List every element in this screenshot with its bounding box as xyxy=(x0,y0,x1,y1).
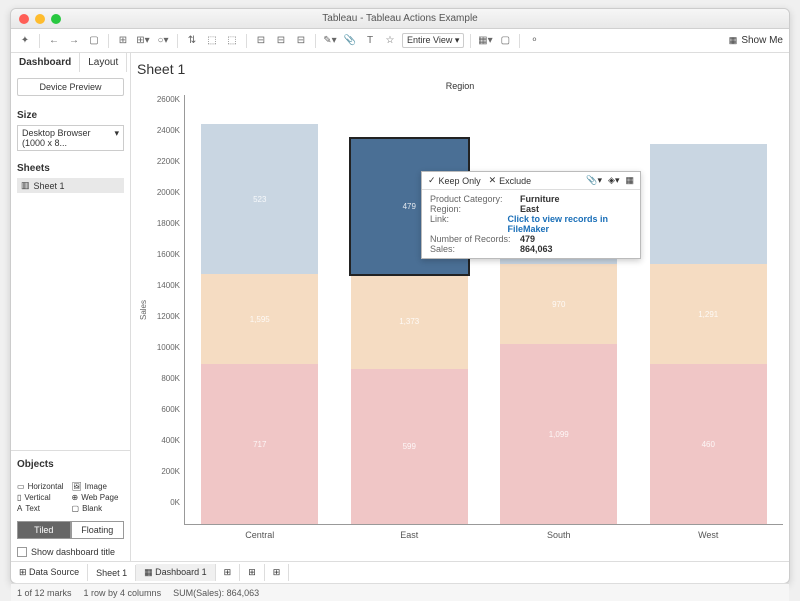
obj-text[interactable]: AText xyxy=(17,504,70,513)
chart-title: Region xyxy=(137,81,783,91)
forward-icon[interactable]: → xyxy=(66,33,82,49)
data-source-tab[interactable]: ⊞ Data Source xyxy=(11,564,88,581)
keep-only-button[interactable]: ✓Keep Only xyxy=(428,175,481,186)
horizontal-icon: ▭ xyxy=(17,482,25,491)
sheet1-tab[interactable]: Sheet 1 xyxy=(88,565,136,581)
floating-button[interactable]: Floating xyxy=(71,521,125,539)
obj-horizontal[interactable]: ▭Horizontal xyxy=(17,482,70,491)
text-icon: A xyxy=(17,504,22,513)
pin-icon[interactable]: 📎 xyxy=(342,33,358,49)
new-worksheet-tab[interactable]: ⊞ xyxy=(216,564,241,581)
totals-icon[interactable]: ⊟ xyxy=(273,33,289,49)
new-data-icon[interactable]: ⊞ xyxy=(115,33,131,49)
bar-east-office[interactable]: 1,373 xyxy=(351,274,468,369)
abc-icon[interactable]: ⊟ xyxy=(293,33,309,49)
bar-central-tech[interactable]: 717 xyxy=(201,364,318,524)
status-sum: SUM(Sales): 864,063 xyxy=(173,588,259,598)
tab-layout[interactable]: Layout xyxy=(80,53,127,72)
tab-dashboard[interactable]: Dashboard xyxy=(11,53,80,72)
new-worksheet-icon[interactable]: ⊞▾ xyxy=(135,33,151,49)
tiled-button[interactable]: Tiled xyxy=(17,521,71,539)
obj-image[interactable]: 🖼Image xyxy=(72,482,125,491)
save-icon[interactable]: ▢ xyxy=(86,33,102,49)
highlight-icon[interactable]: ✎▾ xyxy=(322,33,338,49)
filemaker-link[interactable]: Click to view records in FileMaker xyxy=(508,214,633,234)
status-dims: 1 row by 4 columns xyxy=(84,588,162,598)
objects-label: Objects xyxy=(11,455,130,474)
x-label: Central xyxy=(245,530,274,540)
bar-central-furniture[interactable]: 523 xyxy=(201,124,318,274)
view-data-icon[interactable]: ▦ xyxy=(625,175,634,186)
present-icon[interactable]: ▦▾ xyxy=(477,33,493,49)
status-marks: 1 of 12 marks xyxy=(17,588,72,598)
swap-icon[interactable]: ⇅ xyxy=(184,33,200,49)
toolbar: ✦ ← → ▢ ⊞ ⊞▾ ○▾ ⇅ ⬚ ⬚ ⊟ ⊟ ⊟ ✎▾ 📎 T ☆ Ent… xyxy=(11,29,789,53)
share-icon[interactable]: ⚬ xyxy=(526,33,542,49)
fit-dropdown[interactable]: Entire View ▾ xyxy=(402,33,464,48)
guide-icon[interactable]: ☆ xyxy=(382,33,398,49)
bar-east-tech[interactable]: 599 xyxy=(351,369,468,524)
device-preview-button[interactable]: Device Preview xyxy=(17,78,124,96)
sort-asc-icon[interactable]: ⬚ xyxy=(204,33,220,49)
sheet-item[interactable]: ▥ Sheet 1 xyxy=(17,178,124,193)
showme-icon: ▦ xyxy=(729,35,738,46)
obj-vertical[interactable]: ▯Vertical xyxy=(17,493,70,502)
x-icon: ✕ xyxy=(489,175,497,186)
check-icon: ✓ xyxy=(428,175,436,186)
status-bar: 1 of 12 marks 1 row by 4 columns SUM(Sal… xyxy=(11,583,789,601)
sheet-title: Sheet 1 xyxy=(137,59,783,81)
plot[interactable]: 523 1,595 717 Central 479 1,373 599 East xyxy=(184,95,783,525)
group-icon[interactable]: 📎▾ xyxy=(586,175,602,186)
sheets-label: Sheets xyxy=(17,163,124,174)
bar-west-furniture[interactable] xyxy=(650,144,767,264)
tabbar: ⊞ Data Source Sheet 1 ▦ Dashboard 1 ⊞ ⊞ … xyxy=(11,561,789,583)
bar-west-tech[interactable]: 460 xyxy=(650,364,767,524)
group-icon[interactable]: ⊟ xyxy=(253,33,269,49)
bar-south-office[interactable]: 970 xyxy=(500,264,617,344)
duplicate-icon[interactable]: ○▾ xyxy=(155,33,171,49)
y-axis: 2600K2400K2200K2000K1800K1600K1400K1200K… xyxy=(150,95,184,525)
bar-south-tech[interactable]: 1,099 xyxy=(500,344,617,524)
chevron-down-icon: ▾ xyxy=(114,128,119,148)
dashboard-icon[interactable]: ▢ xyxy=(497,33,513,49)
x-label: East xyxy=(400,530,418,540)
x-label: West xyxy=(698,530,718,540)
obj-blank[interactable]: ▢Blank xyxy=(72,504,125,513)
sort-desc-icon[interactable]: ⬚ xyxy=(224,33,240,49)
show-title-checkbox[interactable]: Show dashboard title xyxy=(11,543,130,561)
new-dashboard-tab[interactable]: ⊞ xyxy=(240,564,265,581)
sheet-icon: ▥ xyxy=(21,180,30,191)
size-label: Size xyxy=(17,110,124,121)
window-title: Tableau - Tableau Actions Example xyxy=(11,13,789,24)
sidebar: Dashboard Layout Device Preview Size Des… xyxy=(11,53,131,561)
dashboard1-tab[interactable]: ▦ Dashboard 1 xyxy=(136,564,216,581)
checkbox-icon xyxy=(17,547,27,557)
back-icon[interactable]: ← xyxy=(46,33,62,49)
bar-central-office[interactable]: 1,595 xyxy=(201,274,318,364)
titlebar: Tableau - Tableau Actions Example xyxy=(11,9,789,29)
exclude-button[interactable]: ✕Exclude xyxy=(489,175,532,186)
webpage-icon: ⊕ xyxy=(72,493,79,502)
obj-webpage[interactable]: ⊕Web Page xyxy=(72,493,125,502)
y-axis-label: Sales xyxy=(137,95,150,525)
vertical-icon: ▯ xyxy=(17,493,21,502)
logo-icon[interactable]: ✦ xyxy=(17,33,33,49)
x-label: South xyxy=(547,530,571,540)
bar-west-office[interactable]: 1,291 xyxy=(650,264,767,364)
size-dropdown[interactable]: Desktop Browser (1000 x 8...▾ xyxy=(17,125,124,151)
show-me-button[interactable]: ▦ Show Me xyxy=(729,35,783,46)
label-icon[interactable]: T xyxy=(362,33,378,49)
set-icon[interactable]: ◈▾ xyxy=(608,175,619,186)
blank-icon: ▢ xyxy=(72,504,80,513)
tooltip: ✓Keep Only ✕Exclude 📎▾ ◈▾ ▦ Product Cate… xyxy=(421,171,641,259)
new-story-tab[interactable]: ⊞ xyxy=(265,564,290,581)
image-icon: 🖼 xyxy=(72,482,82,491)
